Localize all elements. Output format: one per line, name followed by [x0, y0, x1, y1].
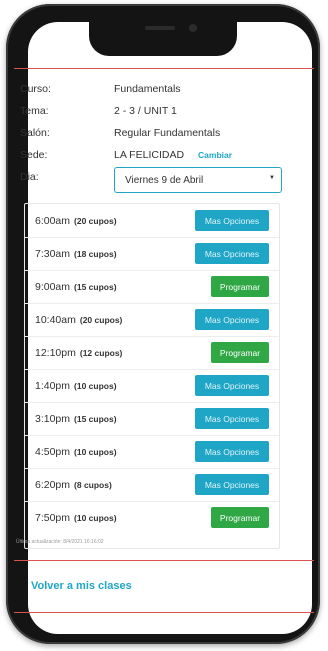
- schedule-button[interactable]: Programar: [211, 342, 269, 363]
- course-label: Curso:: [20, 83, 51, 95]
- bottom-divider-top: [14, 560, 314, 561]
- schedule-row: 1:40pm (10 cupos) Mas Opciones: [25, 369, 279, 403]
- schedule-row: 3:10pm (15 cupos) Mas Opciones: [25, 402, 279, 436]
- bottom-divider-bottom: [14, 612, 314, 613]
- schedule-row: 9:00am (15 cupos) Programar: [25, 270, 279, 304]
- front-camera: [189, 24, 197, 32]
- more-options-button[interactable]: Mas Opciones: [195, 309, 269, 330]
- schedule-row: 7:30am (18 cupos) Mas Opciones: [25, 237, 279, 271]
- schedule-row: 10:40am (20 cupos) Mas Opciones: [25, 303, 279, 337]
- site-label: Sede:: [20, 149, 48, 161]
- course-row: Curso: Fundamentals: [20, 78, 280, 100]
- slot-time: 4:50pm: [35, 445, 71, 458]
- more-options-button[interactable]: Mas Opciones: [195, 375, 269, 396]
- caret-down-icon: ▼: [269, 175, 275, 181]
- slot-capacity: (10 cupos): [74, 446, 117, 457]
- day-select-value: Viernes 9 de Abril: [125, 174, 204, 186]
- slot-time: 10:40am: [35, 313, 76, 326]
- more-options-button[interactable]: Mas Opciones: [195, 474, 269, 495]
- phone-notch: [89, 14, 237, 56]
- slot-capacity: (20 cupos): [79, 314, 123, 325]
- schedule-row: 6:20pm (8 cupos) Mas Opciones: [25, 468, 279, 502]
- schedule-list: 6:00am (20 cupos) Mas Opciones 7:30am (18 cu…: [24, 203, 280, 549]
- slot-time: 1:40pm: [35, 379, 71, 392]
- schedule-row: 12:10pm (12 cupos) Programar: [25, 336, 279, 370]
- schedule-button[interactable]: Programar: [211, 507, 269, 528]
- slot-capacity: (8 cupos): [74, 479, 112, 490]
- more-options-button[interactable]: Mas Opciones: [195, 210, 269, 231]
- course-value: Fundamentals: [114, 83, 181, 95]
- room-row: Salón: Regular Fundamentals: [20, 122, 280, 144]
- top-divider: [14, 68, 314, 69]
- more-options-button[interactable]: Mas Opciones: [195, 243, 269, 264]
- day-label: Dia:: [20, 171, 39, 183]
- more-options-button[interactable]: Mas Opciones: [195, 441, 269, 462]
- slot-time: 3:10pm: [35, 412, 71, 425]
- slot-capacity: (15 cupos): [74, 281, 117, 292]
- schedule-row: 7:50pm (10 cupos) Programar: [25, 501, 279, 534]
- topic-label: Tema:: [20, 105, 49, 117]
- slot-time: 7:30am: [35, 247, 71, 260]
- slot-capacity: (10 cupos): [74, 380, 117, 391]
- slot-capacity: (20 cupos): [74, 215, 117, 226]
- slot-time: 12:10pm: [35, 346, 76, 359]
- slot-time: 6:00am: [35, 214, 71, 227]
- slot-time: 7:50pm: [35, 511, 71, 524]
- speaker-grille: [145, 26, 175, 30]
- last-updated: Última actualización: 8/4/2021 16:16:02: [16, 539, 104, 545]
- topic-value: 2 - 3 / UNIT 1: [114, 105, 177, 117]
- schedule-button[interactable]: Programar: [211, 276, 269, 297]
- slot-capacity: (10 cupos): [74, 512, 117, 523]
- slot-time: 6:20pm: [35, 478, 71, 491]
- day-select[interactable]: Viernes 9 de Abril ▼: [114, 167, 282, 193]
- slot-capacity: (15 cupos): [74, 413, 117, 424]
- schedule-row: 6:00am (20 cupos) Mas Opciones: [25, 204, 279, 238]
- room-value: Regular Fundamentals: [114, 127, 221, 139]
- slot-capacity: (18 cupos): [74, 248, 117, 259]
- back-to-classes-link[interactable]: Volver a mis clases: [31, 580, 132, 592]
- room-label: Salón:: [20, 127, 50, 139]
- schedule-row: 4:50pm (10 cupos) Mas Opciones: [25, 435, 279, 469]
- topic-row: Tema: 2 - 3 / UNIT 1: [20, 100, 280, 122]
- slot-time: 9:00am: [35, 280, 71, 293]
- site-value: LA FELICIDAD: [114, 149, 185, 161]
- site-row: Sede: LA FELICIDAD Cambiar: [20, 144, 280, 166]
- slot-capacity: (12 cupos): [79, 347, 123, 358]
- more-options-button[interactable]: Mas Opciones: [195, 408, 269, 429]
- change-site-link[interactable]: Cambiar: [198, 150, 232, 160]
